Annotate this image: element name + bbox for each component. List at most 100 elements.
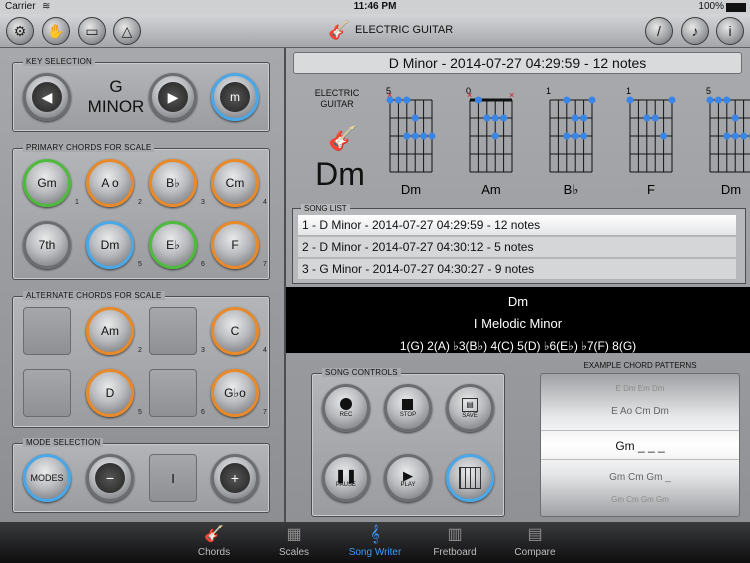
metronome-icon[interactable]: △	[113, 17, 141, 45]
finger-dot	[474, 96, 482, 104]
mode-plus-button[interactable]: +	[211, 454, 259, 502]
chord-label: C	[230, 324, 240, 338]
tab-scales[interactable]: ▦ Scales	[254, 522, 334, 563]
song-list-item[interactable]: 1 - D Minor - 2014-07-27 04:29:59 - 12 n…	[298, 215, 736, 236]
finger-dot	[588, 96, 596, 104]
key-selection-label: KEY SELECTION	[23, 57, 96, 66]
degree-number: 5	[138, 409, 142, 416]
chord-button[interactable]: D	[86, 369, 134, 417]
finger-dot	[731, 132, 739, 140]
minor-major-toggle[interactable]: m	[211, 73, 259, 121]
chord-button[interactable]: G♭o	[211, 369, 259, 417]
pattern-item[interactable]: Gm Cm Gm Gm	[541, 495, 739, 504]
primary-chords-label: PRIMARY CHORDS FOR SCALE	[23, 143, 155, 152]
pattern-picker-wheel[interactable]: E Dm Em Dm E Ao Cm Dm Gm _ _ _ Gm Cm Gm …	[540, 373, 740, 517]
play-label: PLAY	[400, 481, 416, 488]
plus-icon: +	[220, 463, 250, 493]
chord-label: Dm	[100, 238, 120, 252]
finger-dot	[651, 114, 659, 122]
tab-song-writer[interactable]: 𝄞 Song Writer	[335, 522, 415, 563]
finger-dot	[723, 96, 731, 104]
degree-number: 7	[263, 409, 267, 416]
scale-info: Dm I Melodic Minor 1(G) 2(A) ♭3(B♭) 4(C)…	[286, 287, 750, 353]
chord-diagram: 5×Dm	[386, 86, 436, 197]
chord-button[interactable]: C	[211, 307, 259, 355]
guitar-case-icon[interactable]: ▭	[78, 17, 106, 45]
chord-button[interactable]: A o	[86, 159, 134, 207]
finger-dot	[394, 96, 402, 104]
muted-string-mark: ×	[509, 90, 514, 100]
hand-icon[interactable]: ✋	[42, 17, 70, 45]
song-list-item[interactable]: 2 - D Minor - 2014-07-27 04:30:12 - 5 no…	[298, 237, 736, 258]
treble-clef-icon: 𝄞	[370, 526, 380, 543]
scales-icon: ▦	[286, 526, 302, 543]
stop-icon	[402, 398, 414, 410]
finger-dot	[580, 114, 588, 122]
tab-chords[interactable]: 🎸 Chords	[174, 522, 254, 563]
degree-number: 7	[263, 261, 267, 268]
diagram-chord-name: Dm	[401, 182, 421, 197]
finger-dot	[428, 132, 436, 140]
finger-dot	[626, 96, 634, 104]
save-button[interactable]: ▤ SAVE	[446, 384, 494, 432]
chord-label: Cm	[225, 176, 245, 190]
tab-fretboard[interactable]: ▥ Fretboard	[415, 522, 495, 563]
mode-minus-button[interactable]: −	[86, 454, 134, 502]
chord-button[interactable]: Cm	[211, 159, 259, 207]
next-key-button[interactable]: ▶	[149, 73, 197, 121]
music-note-icon[interactable]: ♪	[681, 17, 709, 45]
record-button[interactable]: REC	[322, 384, 370, 432]
pattern-item[interactable]: E Dm Em Dm	[541, 384, 739, 393]
chord-diagram: 1F	[626, 86, 676, 197]
electric-guitar-icon: 🎸	[328, 20, 351, 40]
toolbar: ⚙ ✋ ▭ △ 🎸 ELECTRIC GUITAR / ♪ i	[0, 14, 750, 48]
chord-chart-button[interactable]	[446, 454, 494, 502]
fret-number: 1	[626, 86, 631, 96]
chord-button[interactable]: Am	[86, 307, 134, 355]
status-bar: Carrier ≋ 11:46 PM 100%	[0, 0, 750, 14]
diagram-chord-name: B♭	[564, 182, 579, 197]
degree-number: 6	[201, 409, 205, 416]
modes-button[interactable]: MODES	[23, 454, 71, 502]
chord-label: B♭	[166, 176, 180, 190]
settings-gear-icon[interactable]: ⚙	[6, 17, 34, 45]
diagram-chord-name: F	[647, 182, 655, 197]
chord-diagram: 5 Dm	[706, 86, 750, 197]
guitar-icon: 🎸	[204, 526, 224, 543]
seventh-button[interactable]: 7th	[23, 221, 71, 269]
song-controls-panel: SONG CONTROLS REC STOP ▤ SAVE ❚❚ PAUSE ▶ PL…	[311, 368, 505, 517]
tab-compare[interactable]: ▤ Compare	[495, 522, 575, 563]
pattern-item[interactable]: Gm Cm Gm _	[541, 472, 739, 483]
chord-button[interactable]: E♭	[149, 221, 197, 269]
scale-header: D Minor - 2014-07-27 04:29:59 - 12 notes	[293, 52, 742, 74]
chord-button[interactable]: Gm	[23, 159, 71, 207]
right-arrow-icon: ▶	[158, 82, 188, 112]
play-button[interactable]: ▶ PLAY	[384, 454, 432, 502]
muted-string-mark: ×	[467, 90, 472, 100]
degree-number: 6	[201, 261, 205, 268]
battery-icon	[726, 3, 746, 12]
modes-label: MODES	[30, 473, 64, 483]
tab-label: Chords	[197, 547, 231, 558]
song-list-panel: SONG LIST 1 - D Minor - 2014-07-27 04:29…	[292, 204, 746, 284]
chord-label: G♭o	[224, 386, 246, 400]
minus-icon: −	[95, 463, 125, 493]
previous-key-button[interactable]: ◀	[23, 73, 71, 121]
tuning-fork-icon[interactable]: /	[645, 17, 673, 45]
pattern-item-selected[interactable]: Gm _ _ _	[541, 430, 739, 460]
pattern-item[interactable]: E Ao Cm Dm	[541, 406, 739, 417]
chord-button[interactable]: F	[211, 221, 259, 269]
chord-button[interactable]: B♭	[149, 159, 197, 207]
finger-dot	[706, 96, 714, 104]
record-icon	[339, 398, 352, 410]
chord-button[interactable]: Dm	[86, 221, 134, 269]
song-list-item[interactable]: 3 - G Minor - 2014-07-27 04:30:27 - 9 no…	[298, 259, 736, 280]
mode-selection-panel: MODE SELECTION MODES − I +	[12, 438, 270, 513]
stop-button[interactable]: STOP	[384, 384, 432, 432]
pause-button[interactable]: ❚❚ PAUSE	[322, 454, 370, 502]
instrument-line1: ELECTRIC	[314, 88, 360, 98]
info-icon[interactable]: i	[716, 17, 744, 45]
finger-dot	[571, 132, 579, 140]
song-list-label: SONG LIST	[301, 204, 350, 213]
diagram-chord-name: Am	[481, 182, 501, 197]
